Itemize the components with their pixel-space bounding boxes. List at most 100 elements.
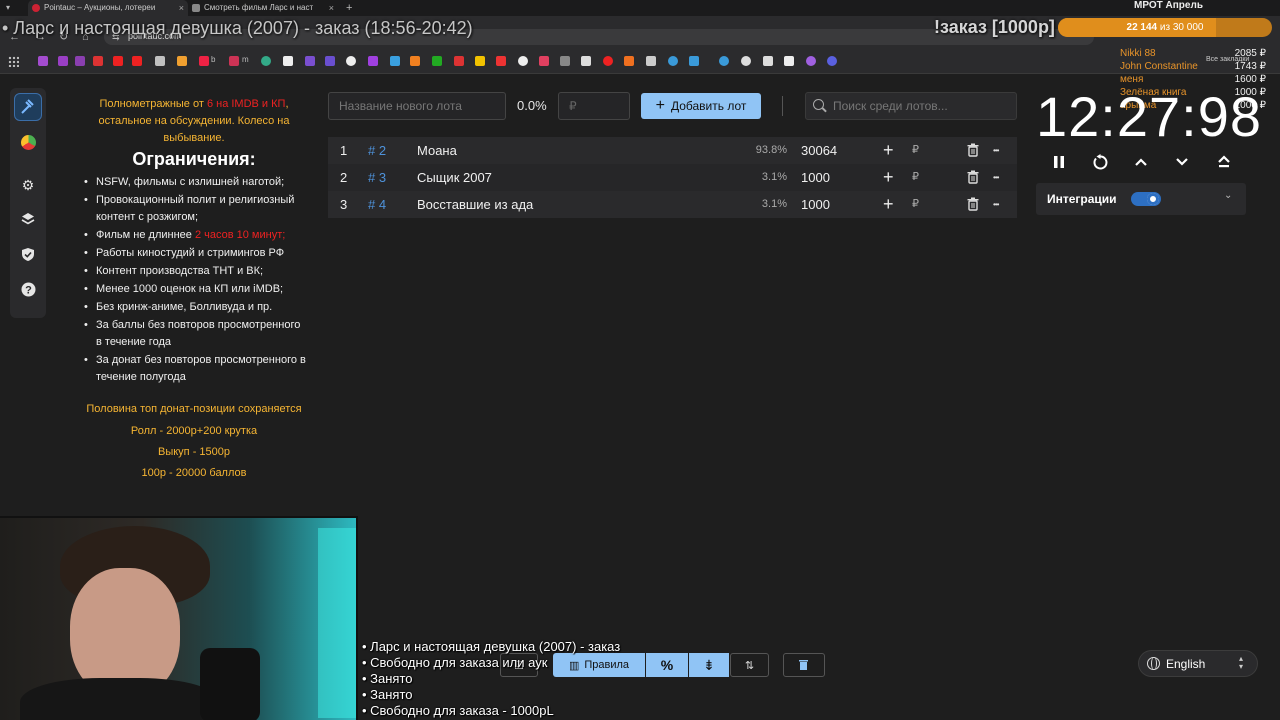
lot-name[interactable]: Восставшие из ада <box>417 191 533 218</box>
bookmark-icon[interactable] <box>75 56 85 66</box>
lot-name[interactable]: Моана <box>417 137 457 164</box>
percent-toggle-icon[interactable]: % <box>646 653 688 677</box>
bookmark-icon[interactable] <box>305 56 315 66</box>
bookmark-icon[interactable] <box>432 56 442 66</box>
bookmark-icon[interactable] <box>763 56 773 66</box>
bookmark-icon[interactable] <box>177 56 187 66</box>
gear-icon[interactable]: ⚙ <box>18 175 38 195</box>
trash-icon[interactable] <box>967 143 979 159</box>
add-lot-button[interactable]: + Добавить лот <box>641 93 761 119</box>
bookmark-icon[interactable] <box>113 56 123 66</box>
add-amount-icon[interactable]: + <box>883 164 894 191</box>
bookmark-icon[interactable] <box>454 56 464 66</box>
bookmark-icon[interactable] <box>741 56 751 66</box>
bookmark-icon[interactable] <box>603 56 613 66</box>
more-options-icon[interactable]: ••• <box>993 191 999 218</box>
bookmark-icon[interactable] <box>784 56 794 66</box>
bookmark-icon[interactable] <box>646 56 656 66</box>
pie-chart-icon[interactable] <box>18 132 38 152</box>
chevron-down-icon[interactable]: ⌄ <box>1224 190 1232 201</box>
svg-text:?: ? <box>25 284 32 296</box>
bookmark-icon[interactable] <box>132 56 142 66</box>
mrot-progress-text: 22 144 из 30 000 <box>1126 22 1204 33</box>
sort-icon[interactable]: ⇅ <box>730 653 769 677</box>
lot-id-link[interactable]: # 3 <box>368 164 386 191</box>
bookmark-icon[interactable] <box>475 56 485 66</box>
divider <box>782 96 783 116</box>
bookmark-icon[interactable] <box>689 56 699 66</box>
lot-name-input[interactable] <box>328 92 506 120</box>
bookmark-icon[interactable] <box>668 56 678 66</box>
close-tab-icon[interactable]: × <box>179 0 184 16</box>
lot-row[interactable]: 3 # 4 Восставшие из ада 3.1% 1000 ₽ + ••• <box>328 191 1017 218</box>
lot-amount-input[interactable] <box>558 92 630 120</box>
eject-icon[interactable] <box>1214 152 1234 172</box>
bookmark-icon[interactable] <box>346 56 356 66</box>
bookmark-icon[interactable] <box>496 56 506 66</box>
hammer-icon[interactable] <box>14 93 42 121</box>
bookmark-icon[interactable] <box>229 56 239 66</box>
bookmark-icon[interactable] <box>283 56 293 66</box>
language-select[interactable]: English ▴ ▾ <box>1138 650 1258 677</box>
stream-title: • Ларс и настоящая девушка (2007) - зака… <box>2 18 473 38</box>
lot-search-input[interactable] <box>805 92 1017 120</box>
integrations-label: Интеграции <box>1047 192 1117 206</box>
chevron-down-icon[interactable] <box>1172 152 1192 172</box>
bookmark-icon[interactable] <box>518 56 528 66</box>
new-lot-percent: 0.0% <box>517 98 547 113</box>
lot-id-link[interactable]: # 4 <box>368 191 386 218</box>
rules-heading: Ограничения: <box>132 149 256 169</box>
bookmark-icon[interactable] <box>806 56 816 66</box>
rule-item: Работы киностудий и стримингов РФ <box>80 245 308 262</box>
lot-amount[interactable]: 1000 <box>801 164 830 191</box>
bookmark-label[interactable]: m <box>242 55 249 64</box>
bookmark-icon[interactable] <box>581 56 591 66</box>
bookmark-icon[interactable] <box>261 56 271 66</box>
bookmark-icon[interactable] <box>539 56 549 66</box>
lot-amount[interactable]: 30064 <box>801 137 837 164</box>
tab-list-icon[interactable]: ▾ <box>6 0 10 16</box>
browser-tab[interactable]: Смотреть фильм Ларс и наст × <box>188 0 338 16</box>
bookmark-icon[interactable] <box>624 56 634 66</box>
bookmark-icon[interactable] <box>93 56 103 66</box>
bookmark-icon[interactable] <box>719 56 729 66</box>
lot-amount[interactable]: 1000 <box>801 191 830 218</box>
bookmark-icon[interactable] <box>560 56 570 66</box>
split-icon[interactable]: ⇟ <box>689 653 729 677</box>
lot-row[interactable]: 1 # 2 Моана 93.8% 30064 ₽ + ••• <box>328 137 1017 164</box>
bookmark-icon[interactable] <box>390 56 400 66</box>
bookmark-icon[interactable] <box>368 56 378 66</box>
bookmark-icon[interactable] <box>58 56 68 66</box>
close-tab-icon[interactable]: × <box>329 0 334 16</box>
restart-icon[interactable] <box>1090 152 1110 172</box>
lot-id-link[interactable]: # 2 <box>368 137 386 164</box>
add-amount-icon[interactable]: + <box>883 191 894 218</box>
layers-icon[interactable] <box>18 209 38 229</box>
integrations-panel[interactable]: Интеграции ⌄ <box>1036 183 1246 215</box>
bookmark-icon[interactable] <box>155 56 165 66</box>
browser-tab[interactable]: Pointauc – Аукционы, лотереи × <box>28 0 188 16</box>
help-icon[interactable]: ? <box>18 279 38 299</box>
bookmark-icon[interactable] <box>199 56 209 66</box>
lot-row[interactable]: 2 # 3 Сыщик 2007 3.1% 1000 ₽ + ••• <box>328 164 1017 191</box>
bookmark-icon[interactable] <box>38 56 48 66</box>
apps-icon[interactable] <box>8 56 19 67</box>
rules-intro: Полнометражные от 6 на IMDB и КП, осталь… <box>98 98 290 144</box>
clear-lots-icon[interactable] <box>783 653 825 677</box>
lot-name[interactable]: Сыщик 2007 <box>417 164 492 191</box>
more-options-icon[interactable]: ••• <box>993 164 999 191</box>
bookmark-icon[interactable] <box>827 56 837 66</box>
add-amount-icon[interactable]: + <box>883 137 894 164</box>
trash-icon[interactable] <box>967 197 979 213</box>
integrations-toggle[interactable] <box>1131 192 1161 206</box>
shield-icon[interactable] <box>18 244 38 264</box>
more-options-icon[interactable]: ••• <box>993 137 999 164</box>
new-tab-icon[interactable]: + <box>346 0 352 16</box>
bookmark-icon[interactable] <box>325 56 335 66</box>
chevron-up-icon[interactable] <box>1131 152 1151 172</box>
trash-icon[interactable] <box>967 170 979 186</box>
bookmark-label[interactable]: b <box>211 55 215 64</box>
rule-item: Фильм не длиннее 2 часов 10 минут; <box>80 227 308 244</box>
pause-icon[interactable] <box>1049 152 1069 172</box>
bookmark-icon[interactable] <box>410 56 420 66</box>
